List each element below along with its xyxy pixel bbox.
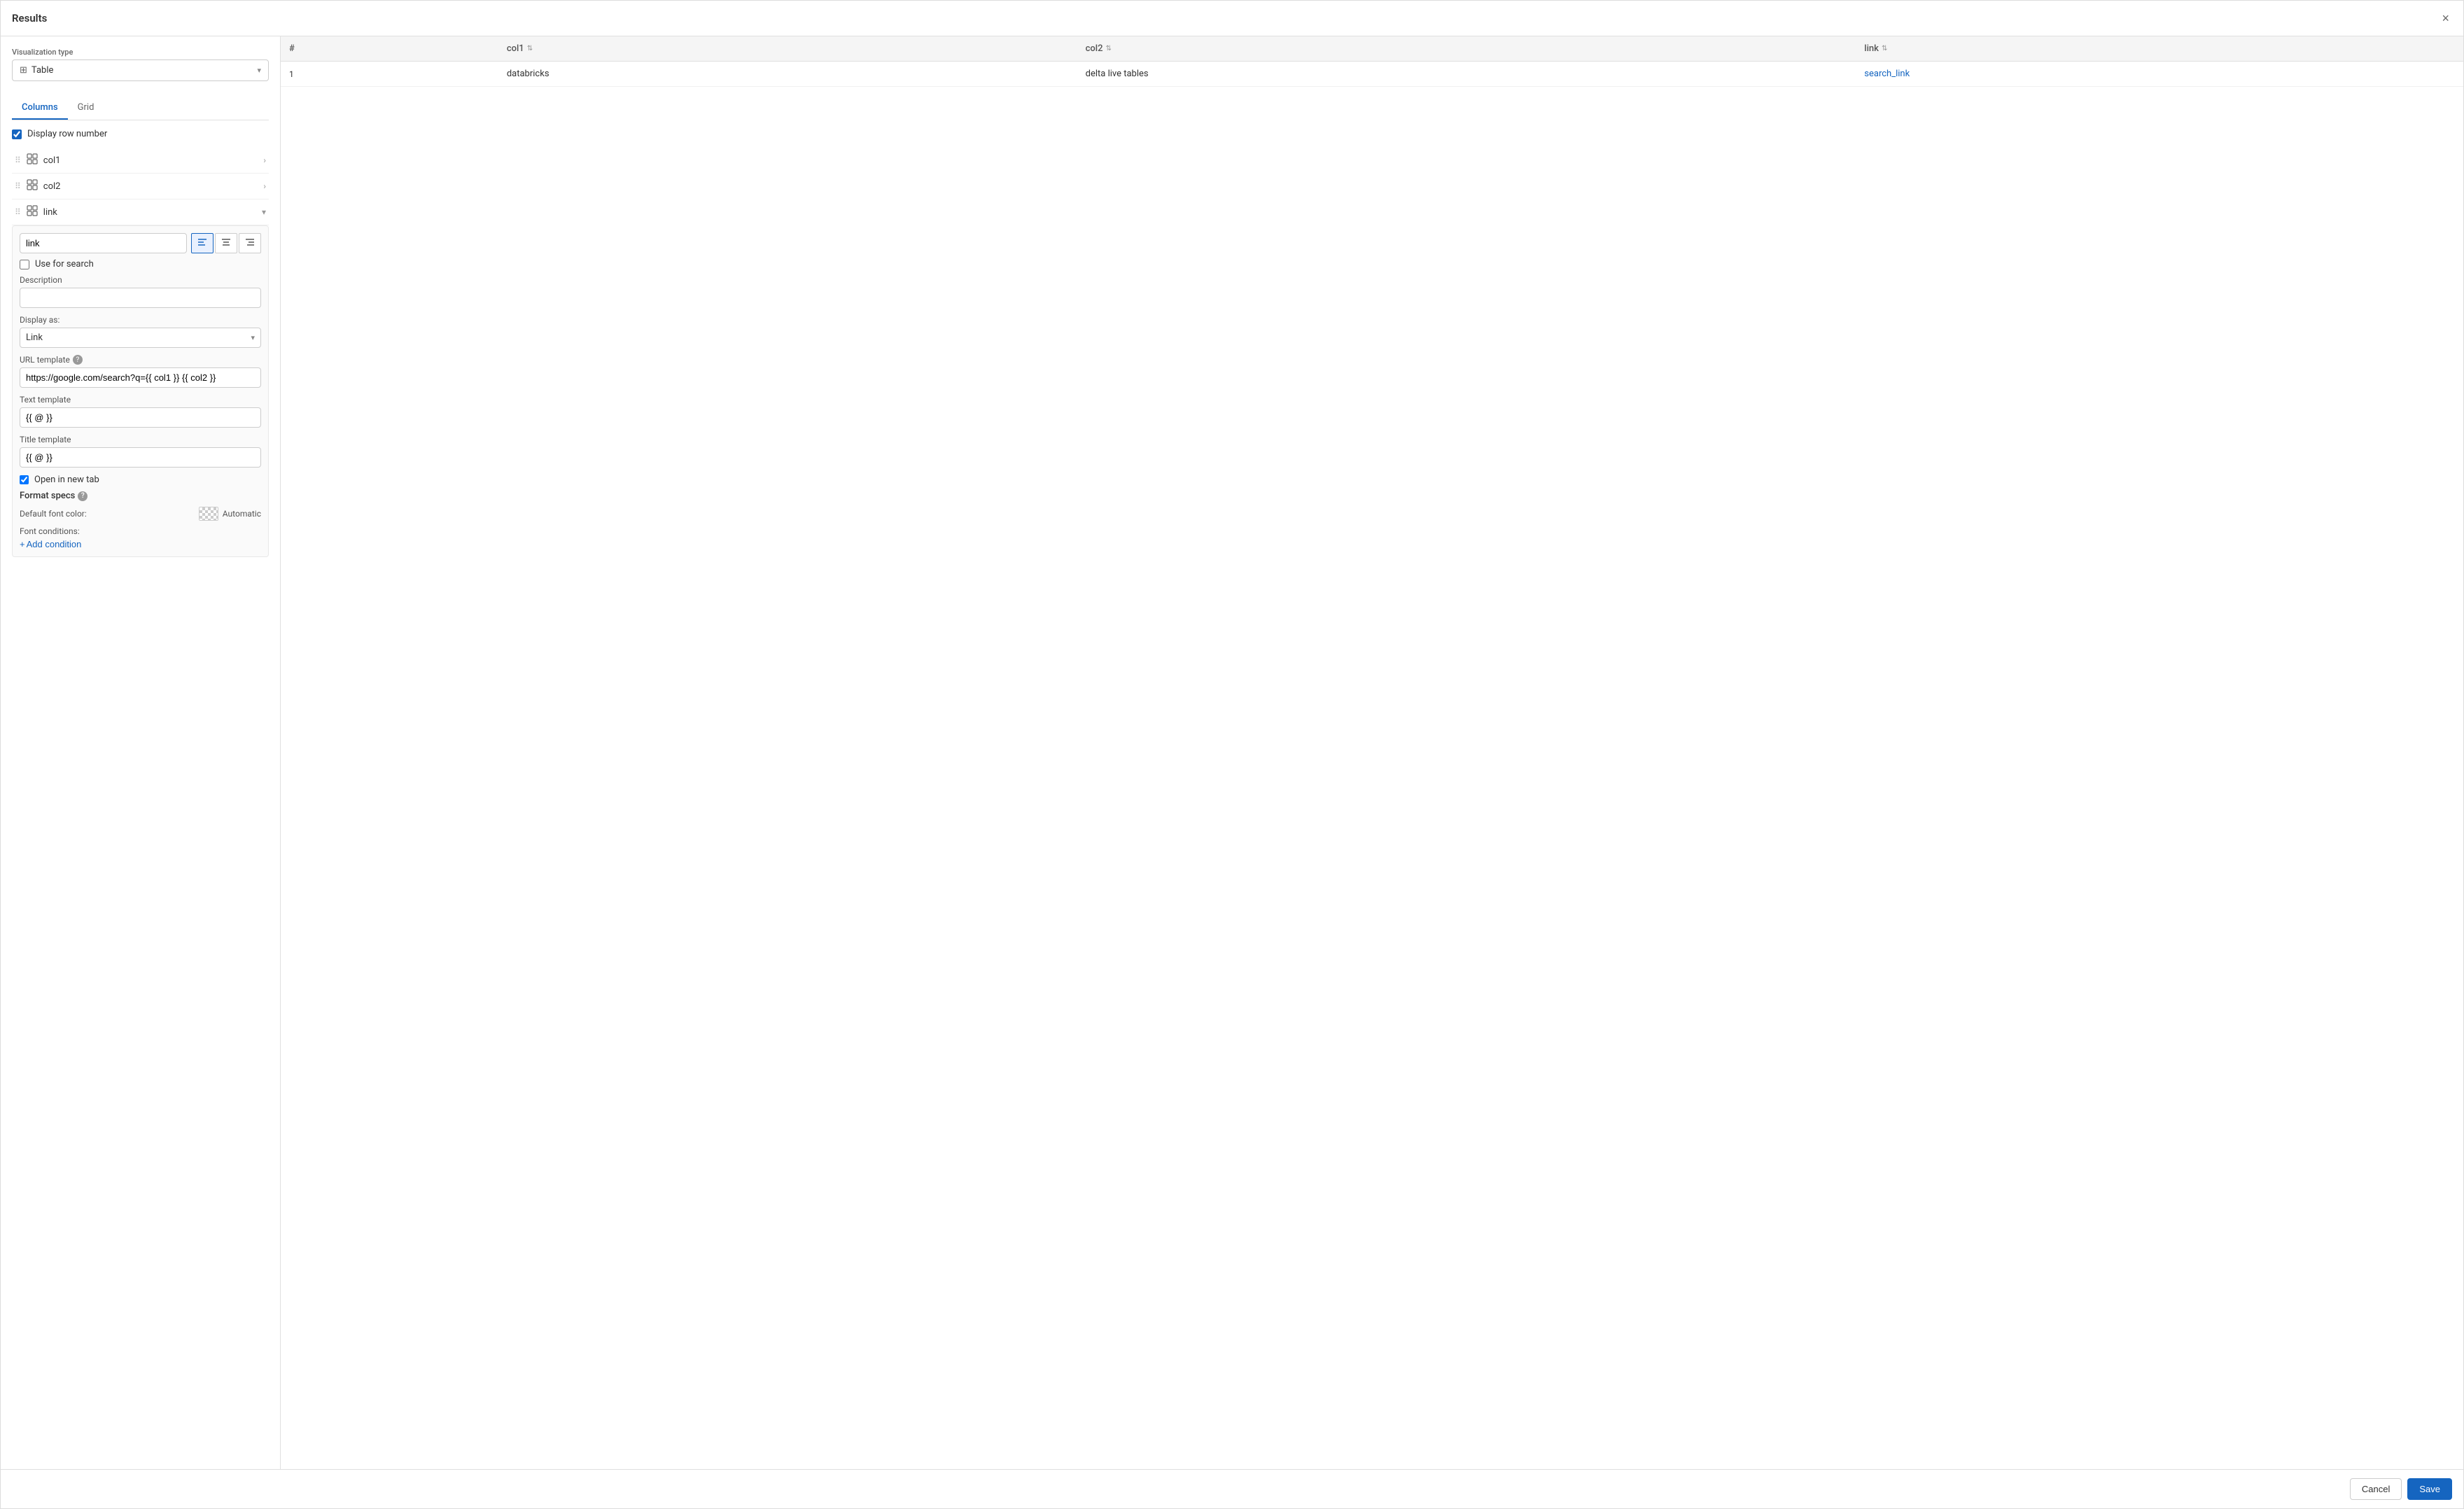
chevron-down-display-as: ▾ (251, 333, 255, 342)
display-as-group: Display as: Link ▾ (20, 315, 261, 348)
save-button[interactable]: Save (2407, 1478, 2452, 1500)
column-item-link[interactable]: ⠿ link ▾ (12, 199, 269, 225)
title-template-group: Title template (20, 435, 261, 468)
display-as-value: Link (26, 332, 43, 343)
color-swatch (199, 507, 218, 521)
row-col2-value: delta live tables (1077, 62, 1856, 87)
table-row: 1 databricks delta live tables search_li… (281, 62, 2463, 87)
format-specs-help-icon: ? (78, 491, 88, 501)
column-list: ⠿ col1 › ⠿ col2 (12, 148, 269, 560)
modal-footer: Cancel Save (1, 1469, 2463, 1508)
modal-title: Results (12, 12, 47, 24)
add-condition-plus-icon: + (20, 539, 25, 549)
format-specs-label: Format specs (20, 491, 75, 501)
default-font-color-label: Default font color: (20, 509, 87, 519)
close-button[interactable]: × (2439, 9, 2452, 27)
description-input[interactable] (20, 288, 261, 308)
th-col2[interactable]: col2 ⇅ (1077, 36, 1856, 62)
description-group: Description (20, 275, 261, 308)
visualization-type-label: Visualization type (12, 48, 269, 57)
results-modal: Results × Visualization type ⊞ Table ▾ (0, 0, 2464, 1509)
description-label: Description (20, 275, 261, 285)
tab-grid[interactable]: Grid (68, 97, 104, 120)
display-row-number-checkbox[interactable] (12, 129, 22, 139)
sort-icon-link: ⇅ (1882, 45, 1887, 52)
display-as-label: Display as: (20, 315, 261, 325)
tabs-container: Columns Grid (12, 97, 269, 120)
modal-body: Visualization type ⊞ Table ▾ Columns Gri… (1, 36, 2463, 1469)
open-new-tab-label: Open in new tab (34, 475, 99, 485)
chevron-right-icon-col1: › (263, 155, 266, 165)
row-col1-value: databricks (498, 62, 1077, 87)
color-swatch-container[interactable]: Automatic (199, 507, 261, 521)
align-left-button[interactable] (191, 233, 214, 253)
format-specs-row: Format specs ? (20, 491, 261, 501)
chevron-right-icon-col2: › (263, 181, 266, 191)
align-center-button[interactable] (215, 233, 237, 253)
url-template-label: URL template ? (20, 355, 261, 365)
chevron-down-icon-link: ▾ (262, 207, 266, 217)
title-template-label: Title template (20, 435, 261, 444)
col-type-icon-col1 (27, 153, 38, 167)
col2-name: col2 (43, 181, 61, 192)
url-template-help-icon: ? (73, 355, 83, 365)
use-for-search-checkbox[interactable] (20, 260, 29, 269)
table-header-row: # col1 ⇅ col2 ⇅ (281, 36, 2463, 62)
drag-handle-link: ⠿ (15, 207, 21, 217)
display-row-number-row: Display row number (12, 129, 269, 139)
right-panel: # col1 ⇅ col2 ⇅ (281, 36, 2463, 1469)
column-item-col1[interactable]: ⠿ col1 › (12, 148, 269, 174)
open-new-tab-row: Open in new tab (20, 475, 261, 485)
visualization-type-group: Visualization type ⊞ Table ▾ (12, 48, 269, 81)
modal-header: Results × (1, 1, 2463, 36)
th-link[interactable]: link ⇅ (1856, 36, 2463, 62)
use-for-search-label: Use for search (35, 259, 94, 269)
tab-columns[interactable]: Columns (12, 97, 68, 120)
color-swatch-label-text: Automatic (223, 509, 261, 519)
text-template-group: Text template (20, 395, 261, 428)
drag-handle-col2: ⠿ (15, 181, 21, 191)
th-row-num: # (281, 36, 498, 62)
url-template-input[interactable] (20, 367, 261, 388)
font-conditions-label: Font conditions: (20, 526, 261, 536)
add-condition-label: Add condition (27, 539, 82, 549)
th-col1[interactable]: col1 ⇅ (498, 36, 1077, 62)
use-for-search-row: Use for search (20, 259, 261, 269)
display-row-number-label: Display row number (27, 129, 107, 139)
results-table: # col1 ⇅ col2 ⇅ (281, 36, 2463, 87)
visualization-type-select[interactable]: ⊞ Table ▾ (12, 59, 269, 81)
text-template-label: Text template (20, 395, 261, 405)
col-type-icon-col2 (27, 179, 38, 193)
drag-handle-col1: ⠿ (15, 155, 21, 165)
title-template-input[interactable] (20, 447, 261, 468)
align-right-button[interactable] (239, 233, 261, 253)
column-item-link-wrapper: ⠿ link ▾ (12, 199, 269, 560)
default-font-color-row: Default font color: Automatic (20, 507, 261, 521)
add-condition-button[interactable]: + Add condition (20, 539, 81, 549)
link-col-name: link (43, 207, 57, 218)
table-grid-icon: ⊞ (20, 65, 27, 76)
column-item-col2[interactable]: ⠿ col2 › (12, 174, 269, 199)
row-num-1: 1 (281, 62, 498, 87)
visualization-type-value: Table (31, 65, 53, 76)
link-column-expanded: Use for search Description Display as: L… (12, 225, 269, 557)
sort-icon-col2: ⇅ (1106, 45, 1112, 52)
link-name-input[interactable] (20, 233, 187, 253)
open-new-tab-checkbox[interactable] (20, 475, 29, 484)
align-buttons (191, 233, 261, 253)
url-template-group: URL template ? (20, 355, 261, 388)
display-as-select[interactable]: Link ▾ (20, 328, 261, 348)
col1-name: col1 (43, 155, 61, 166)
row-link-value[interactable]: search_link (1856, 62, 2463, 87)
left-panel: Visualization type ⊞ Table ▾ Columns Gri… (1, 36, 281, 1469)
cancel-button[interactable]: Cancel (2350, 1478, 2402, 1500)
col-type-icon-link (27, 205, 38, 219)
link-name-align-row (20, 233, 261, 253)
chevron-down-icon: ▾ (257, 66, 261, 75)
text-template-input[interactable] (20, 407, 261, 428)
sort-icon-col1: ⇅ (527, 45, 533, 52)
